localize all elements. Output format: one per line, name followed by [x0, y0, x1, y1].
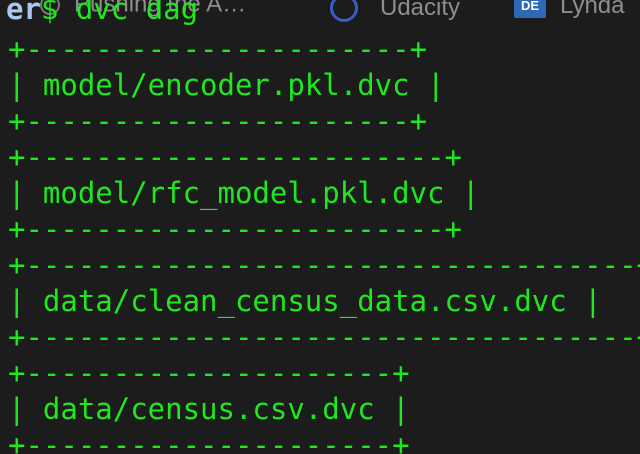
stage-1-top-border: +------------------------+ [8, 140, 462, 174]
stage-3-label: | data/census.csv.dvc | [8, 392, 410, 426]
stage-3-bottom-border: +---------------------+ [8, 428, 410, 454]
stage-0-top-border: +----------------------+ [8, 32, 428, 66]
stage-0-label: | model/encoder.pkl.dvc | [8, 68, 445, 102]
stage-2-label: | data/clean_census_data.csv.dvc | [8, 284, 602, 318]
command-text: dvc dag [58, 0, 199, 26]
stage-1-label: | model/rfc_model.pkl.dvc | [8, 176, 480, 210]
terminal-output[interactable]: er$ dvc dag +----------------------+ | m… [0, 0, 640, 454]
stage-1-bottom-border: +------------------------+ [8, 212, 462, 246]
stage-2-bottom-border: +-----------------------------------+ [8, 320, 640, 354]
prompt-line: er$ dvc dag [6, 0, 198, 24]
stage-0-bottom-border: +----------------------+ [8, 104, 428, 138]
stage-3-top-border: +---------------------+ [8, 356, 410, 390]
stage-2-top-border: +-----------------------------------+ [8, 248, 640, 282]
prompt-prefix: er [6, 0, 41, 26]
prompt-symbol: $ [40, 0, 59, 26]
